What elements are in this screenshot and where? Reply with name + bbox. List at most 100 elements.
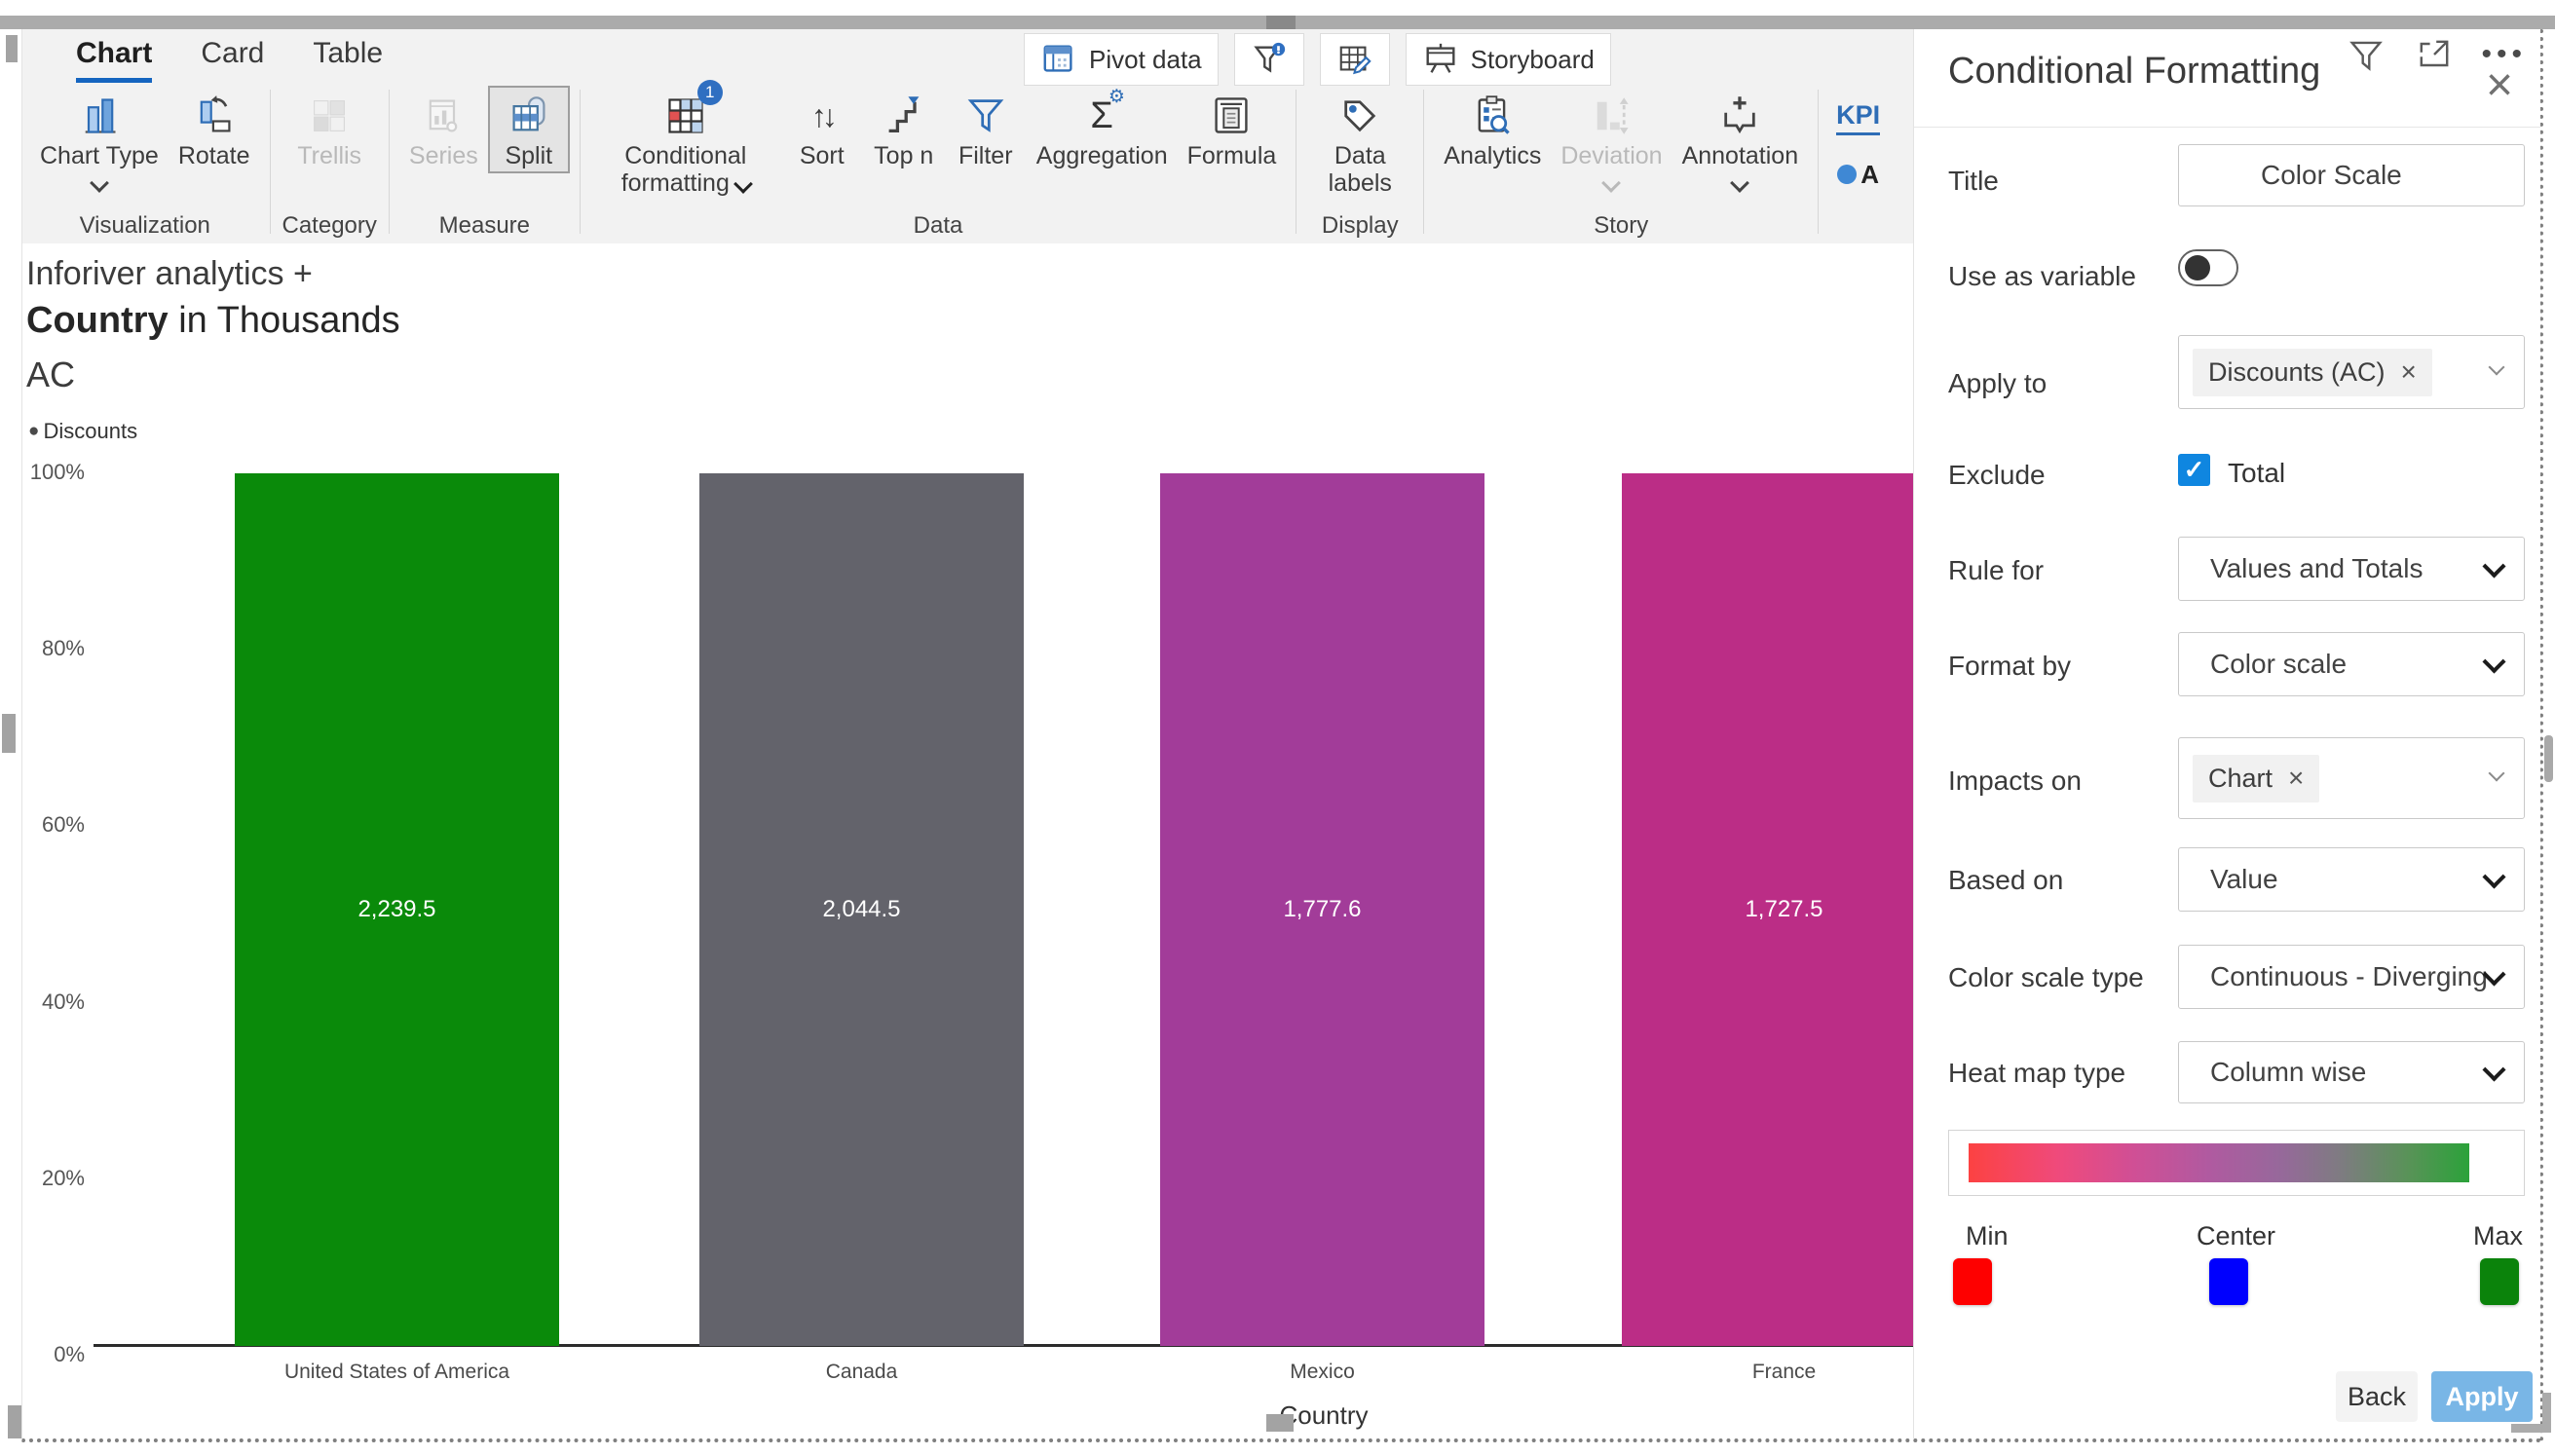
title-input[interactable]: Color Scale bbox=[2178, 144, 2525, 206]
group-data: 1 Conditional formatting ↑↓ Sort Top n F… bbox=[592, 80, 1285, 240]
max-swatch[interactable] bbox=[2480, 1258, 2519, 1305]
field-label-rule-for: Rule for bbox=[1948, 555, 2045, 585]
ribbon-groups: Chart Type Rotate Visualization Trellis … bbox=[32, 80, 2152, 241]
chevron-down-icon bbox=[2488, 765, 2505, 782]
chevron-down-icon bbox=[2482, 650, 2506, 674]
quick-actions: Pivot data Storyboard bbox=[1024, 33, 1611, 86]
pivot-data-label: Pivot data bbox=[1089, 44, 1202, 74]
bar-mexico[interactable]: 1,777.6 bbox=[1160, 473, 1484, 1346]
labels-color-button[interactable]: A bbox=[1837, 160, 1879, 190]
based-on-select[interactable]: Value bbox=[2178, 847, 2525, 912]
ribbon-tabs: Chart Card Table bbox=[76, 37, 383, 83]
scrollbar-thumb[interactable] bbox=[2544, 735, 2553, 782]
min-label: Min bbox=[1966, 1221, 2009, 1251]
group-story: Analytics Deviation Annotation Story bbox=[1436, 88, 1806, 240]
resize-handle-left-top[interactable] bbox=[6, 35, 18, 62]
pivot-data-button[interactable]: Pivot data bbox=[1024, 33, 1219, 86]
visual-top-resize-bar[interactable] bbox=[0, 16, 2555, 29]
close-icon[interactable]: × bbox=[2486, 62, 2513, 109]
conditional-formatting-button[interactable]: 1 Conditional formatting bbox=[592, 80, 779, 199]
use-as-variable-toggle[interactable] bbox=[2178, 249, 2238, 286]
impacts-on-multiselect[interactable]: Chart × bbox=[2178, 737, 2525, 819]
top-n-button[interactable]: Top n bbox=[865, 88, 943, 171]
format-by-select[interactable]: Color scale bbox=[2178, 632, 2525, 696]
data-labels-button[interactable]: Data labels bbox=[1308, 88, 1411, 199]
field-label-heat-map-type: Heat map type bbox=[1948, 1058, 2126, 1088]
group-label-category: Category bbox=[282, 212, 377, 239]
color-scale-type-select[interactable]: Continuous - Diverging bbox=[2178, 945, 2525, 1009]
formula-button[interactable]: Formula bbox=[1180, 88, 1285, 171]
x-axis-title: Country bbox=[1279, 1400, 1369, 1430]
edit-table-button[interactable] bbox=[1319, 33, 1390, 86]
storyboard-button[interactable]: Storyboard bbox=[1405, 33, 1611, 86]
visual-filter-button[interactable] bbox=[1233, 33, 1304, 86]
back-button[interactable]: Back bbox=[2336, 1371, 2418, 1422]
filter-button[interactable]: Filter bbox=[947, 88, 1025, 171]
annotation-label: Annotation bbox=[1681, 142, 1799, 169]
visual-filter-icon[interactable] bbox=[2345, 33, 2387, 76]
bar-united-states-of-america[interactable]: 2,239.5 bbox=[235, 473, 559, 1346]
max-label: Max bbox=[2473, 1221, 2524, 1251]
resize-handle-bottom-left[interactable] bbox=[8, 1405, 21, 1438]
rotate-button[interactable]: Rotate bbox=[170, 88, 258, 171]
field-label-use-as-variable: Use as variable bbox=[1948, 261, 2136, 291]
group-display: Data labels Display bbox=[1308, 88, 1411, 240]
resize-handle-top[interactable] bbox=[1266, 16, 1296, 29]
chart-type-icon bbox=[78, 90, 121, 142]
toggle-knob bbox=[2185, 255, 2210, 280]
trellis-label: Trellis bbox=[297, 142, 362, 169]
y-axis-tick: 100% bbox=[29, 460, 85, 484]
pivot-data-icon bbox=[1040, 41, 1077, 78]
tab-chart[interactable]: Chart bbox=[76, 37, 153, 83]
chevron-down-icon bbox=[2482, 865, 2506, 889]
group-separator bbox=[579, 90, 581, 234]
kpi-button[interactable]: KPI bbox=[1836, 100, 1881, 135]
data-labels-tag-icon bbox=[1338, 90, 1381, 142]
tab-card[interactable]: Card bbox=[201, 37, 264, 83]
apply-to-multiselect[interactable]: Discounts (AC) × bbox=[2178, 335, 2525, 409]
exclude-total-checkbox[interactable]: ✓ bbox=[2178, 454, 2210, 486]
group-separator bbox=[388, 90, 390, 234]
trellis-button: Trellis bbox=[289, 88, 369, 171]
heat-map-type-select[interactable]: Column wise bbox=[2178, 1041, 2525, 1103]
chevron-down-icon bbox=[733, 174, 753, 194]
chart-legend[interactable]: ● Discounts bbox=[28, 419, 137, 444]
min-swatch[interactable] bbox=[1953, 1258, 1992, 1305]
tab-table[interactable]: Table bbox=[313, 37, 383, 83]
apply-to-chip[interactable]: Discounts (AC) × bbox=[2193, 348, 2432, 396]
rule-for-select[interactable]: Values and Totals bbox=[2178, 537, 2525, 601]
field-label-format-by: Format by bbox=[1948, 651, 2072, 681]
chart-type-button[interactable]: Chart Type bbox=[32, 88, 167, 193]
chevron-down-icon bbox=[1601, 173, 1622, 193]
gradient-bar[interactable] bbox=[1969, 1143, 2469, 1182]
x-axis-label: Canada bbox=[825, 1361, 898, 1383]
split-button[interactable]: Split bbox=[487, 86, 570, 173]
chip-remove-icon[interactable]: × bbox=[2288, 765, 2304, 792]
bar-france[interactable]: 1,727.5 bbox=[1622, 473, 1913, 1346]
chip-remove-icon[interactable]: × bbox=[2401, 358, 2417, 386]
bar-canada[interactable]: 2,044.5 bbox=[699, 473, 1024, 1346]
bar-value-label: 1,727.5 bbox=[1745, 896, 1823, 922]
chart-type-label: Chart Type bbox=[40, 142, 159, 169]
analytics-button[interactable]: Analytics bbox=[1436, 88, 1549, 171]
resize-handle-bottom-right[interactable] bbox=[2511, 1393, 2551, 1433]
table-edit-icon bbox=[1336, 41, 1373, 78]
impacts-on-chip[interactable]: Chart × bbox=[2193, 754, 2320, 803]
split-icon bbox=[507, 90, 550, 142]
aggregation-button[interactable]: Σ ⚙ Aggregation bbox=[1029, 87, 1176, 171]
annotation-icon bbox=[1718, 90, 1761, 142]
deviation-label: Deviation bbox=[1560, 142, 1663, 169]
sort-button[interactable]: ↑↓ Sort bbox=[783, 88, 861, 171]
group-label-story: Story bbox=[1594, 212, 1649, 239]
chart-area: Inforiver analytics + Country in Thousan… bbox=[22, 243, 1913, 1438]
center-swatch[interactable] bbox=[2209, 1258, 2248, 1305]
chart-title: Country in Thousands bbox=[26, 300, 400, 341]
y-axis-tick: 60% bbox=[41, 812, 85, 838]
resize-handle-left-middle[interactable] bbox=[2, 714, 16, 753]
annotation-button[interactable]: Annotation bbox=[1674, 88, 1807, 193]
legend-label: Discounts bbox=[43, 419, 138, 443]
conditional-formatting-icon: 1 bbox=[664, 80, 723, 142]
series-icon bbox=[422, 90, 465, 142]
resize-handle-bottom-center[interactable] bbox=[1266, 1414, 1294, 1432]
focus-mode-icon[interactable] bbox=[2413, 33, 2456, 76]
